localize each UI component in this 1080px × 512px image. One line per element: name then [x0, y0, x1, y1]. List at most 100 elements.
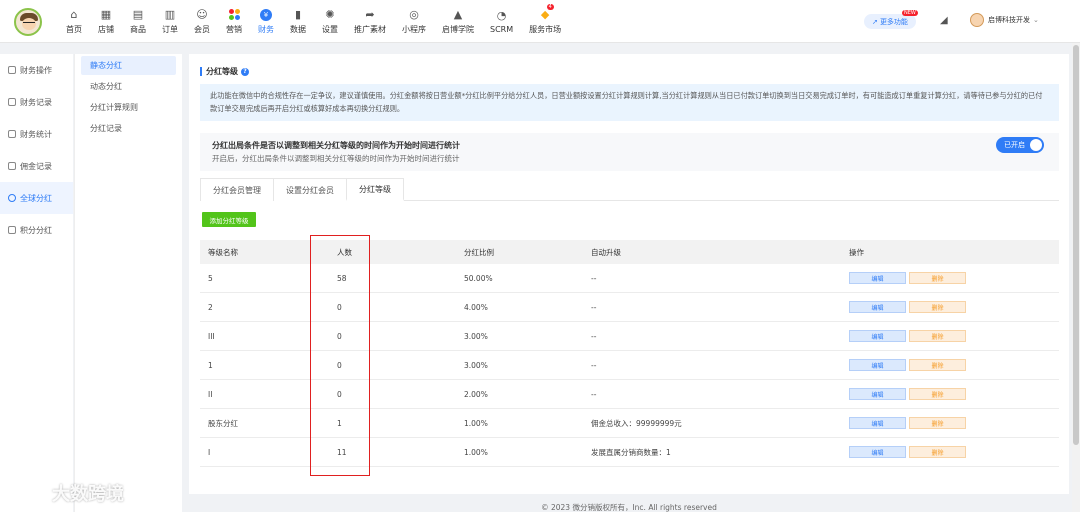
edit-button[interactable]: 编辑 — [849, 272, 906, 284]
delete-button[interactable]: 删除 — [909, 301, 966, 313]
auto-upgrade-cell: 发展直属分销商数量：1 — [591, 447, 671, 457]
add-dividend-level-button[interactable]: 添加分红等级 — [202, 212, 256, 227]
nav-item-label: SCRM — [490, 25, 514, 34]
ratio-cell: 1.00% — [464, 447, 488, 457]
tab-bar: 分红会员管理 设置分红会员 分红等级 — [200, 178, 1059, 201]
scrollbar-thumb[interactable] — [1073, 45, 1079, 445]
notice-banner: 此功能在微信中的合规性存在一定争议，建议谨慎使用。分红金额将按日营业额*分红比例… — [200, 84, 1059, 121]
auto-upgrade-cell: 佣金总收入：99999999元 — [591, 418, 682, 428]
nav-item[interactable]: ▲ 启博学院 — [434, 0, 482, 43]
nav-item[interactable]: ◔ SCRM — [482, 0, 521, 43]
data-icon: ▮ — [294, 8, 302, 21]
top-navbar: ⌂ 首页 ▦ 店铺 ▤ 商品 ▥ 订单 ☺ 会员 营销 ¥ 财务 ▮ 数据 ✺ 设置 ➦ 推广素材 ◎ 小程序 ▲ 启博学院… — [0, 0, 1080, 43]
nav-item-label: 推广素材 — [354, 25, 386, 34]
nav-item[interactable]: 营销 — [218, 0, 250, 43]
table-row: I 11 1.00% 发展直属分销商数量：1 编辑 删除 — [200, 438, 1059, 467]
tab[interactable]: 分红会员管理 — [200, 178, 274, 201]
nav-item[interactable]: ◆ 4 服务市场 — [521, 0, 569, 43]
table-row: 2 0 4.00% -- 编辑 删除 — [200, 293, 1059, 322]
sidebar-item[interactable]: 佣金记录 — [0, 150, 73, 182]
watermark: 大数跨境 — [8, 480, 124, 506]
header-actions: 操作 — [849, 247, 864, 257]
tab[interactable]: 分红等级 — [346, 178, 404, 201]
nav-item[interactable]: ▮ 数据 — [282, 0, 314, 43]
footer-copyright: © 2023 微分销版权所有，Inc. All rights reserved — [541, 503, 717, 512]
actions-cell: 编辑 删除 — [846, 330, 1059, 342]
submenu-item[interactable]: 动态分红 — [81, 77, 176, 96]
edit-button[interactable]: 编辑 — [849, 330, 906, 342]
chevron-down-icon: ⌄ — [1033, 16, 1039, 24]
nav-item[interactable]: ▥ 订单 — [154, 0, 186, 43]
edit-button[interactable]: 编辑 — [849, 388, 906, 400]
delete-button[interactable]: 删除 — [909, 388, 966, 400]
nav-item[interactable]: ▤ 商品 — [122, 0, 154, 43]
nav-item[interactable]: ⌂ 首页 — [58, 0, 90, 43]
sidebar-item-label: 财务记录 — [20, 97, 52, 107]
sidebar-item[interactable]: 全球分红 — [0, 182, 73, 214]
nav-item-label: 数据 — [290, 25, 306, 34]
page-scrollbar[interactable] — [1072, 43, 1080, 512]
level-name-cell: 5 — [208, 273, 213, 283]
sidebar-item[interactable]: 财务统计 — [0, 118, 73, 150]
table-row: III 0 3.00% -- 编辑 删除 — [200, 322, 1059, 351]
sidebar-item-label: 财务统计 — [20, 129, 52, 139]
sidebar-item[interactable]: 财务操作 — [0, 54, 73, 86]
nav-item-label: 营销 — [226, 25, 242, 34]
actions-cell: 编辑 删除 — [846, 272, 1059, 284]
delete-button[interactable]: 删除 — [909, 272, 966, 284]
edit-button[interactable]: 编辑 — [849, 301, 906, 313]
nav-item-label: 小程序 — [402, 25, 426, 34]
help-icon[interactable]: ? — [241, 67, 249, 76]
table-body: 5 58 50.00% -- 编辑 删除 2 0 4.00% -- 编辑 删除 III 0 3.00% -- 编… — [200, 264, 1059, 467]
table-row: II 0 2.00% -- 编辑 删除 — [200, 380, 1059, 409]
dividend-level-table: 等级名称 人数 分红比例 自动升级 操作 5 58 50.00% -- 编辑 删除 2 0 4.… — [200, 240, 1059, 467]
user-avatar — [970, 13, 984, 27]
edit-button[interactable]: 编辑 — [849, 359, 906, 371]
delete-button[interactable]: 删除 — [909, 330, 966, 342]
nav-item[interactable]: ¥ 财务 — [250, 0, 282, 43]
delete-button[interactable]: 删除 — [909, 417, 966, 429]
sidebar-item[interactable]: 财务记录 — [0, 86, 73, 118]
count-cell: 0 — [337, 389, 342, 399]
user-menu[interactable]: 启博科技开发 ⌄ — [970, 13, 1039, 27]
actions-cell: 编辑 删除 — [846, 359, 1059, 371]
submenu-item[interactable]: 静态分红 — [81, 56, 176, 75]
nav-item-label: 首页 — [66, 25, 82, 34]
nav-item[interactable]: ▦ 店铺 — [90, 0, 122, 43]
level-name-cell: 股东分红 — [208, 418, 238, 428]
nav-item-label: 订单 — [162, 25, 178, 34]
edit-button[interactable]: 编辑 — [849, 446, 906, 458]
header-count: 人数 — [337, 247, 352, 257]
nav-item[interactable]: ✺ 设置 — [314, 0, 346, 43]
nav-item-label: 财务 — [258, 25, 274, 34]
table-row: 5 58 50.00% -- 编辑 删除 — [200, 264, 1059, 293]
level-name-cell: I — [208, 447, 211, 457]
marketing-icon — [228, 8, 241, 21]
count-cell: 1 — [337, 418, 342, 428]
level-name-cell: III — [208, 331, 215, 341]
ratio-cell: 50.00% — [464, 273, 493, 283]
tab[interactable]: 设置分红会员 — [273, 178, 347, 201]
logo-avatar[interactable] — [14, 8, 42, 36]
nav-item[interactable]: ◎ 小程序 — [394, 0, 434, 43]
finance-icon: ¥ — [260, 8, 273, 21]
submenu-item[interactable]: 分红记录 — [81, 119, 176, 138]
speaker-icon[interactable]: ◢ — [940, 15, 952, 27]
ratio-cell: 4.00% — [464, 302, 488, 312]
nav-item[interactable]: ☺ 会员 — [186, 0, 218, 43]
menu-item-icon — [8, 162, 16, 170]
more-features-button[interactable]: ➚ 更多功能 NEW — [864, 10, 918, 29]
nav-item[interactable]: ➦ 推广素材 — [346, 0, 394, 43]
edit-button[interactable]: 编辑 — [849, 417, 906, 429]
delete-button[interactable]: 删除 — [909, 446, 966, 458]
ratio-cell: 1.00% — [464, 418, 488, 428]
level-name-cell: II — [208, 389, 213, 399]
auto-upgrade-cell: -- — [591, 273, 597, 283]
level-name-cell: 2 — [208, 302, 213, 312]
sidebar-item-label: 财务操作 — [20, 65, 52, 75]
delete-button[interactable]: 删除 — [909, 359, 966, 371]
exit-condition-toggle[interactable]: 已开启 — [996, 137, 1044, 153]
new-badge: NEW — [902, 10, 918, 16]
sidebar-item[interactable]: 积分分红 — [0, 214, 73, 246]
submenu-item[interactable]: 分红计算规则 — [81, 98, 176, 117]
